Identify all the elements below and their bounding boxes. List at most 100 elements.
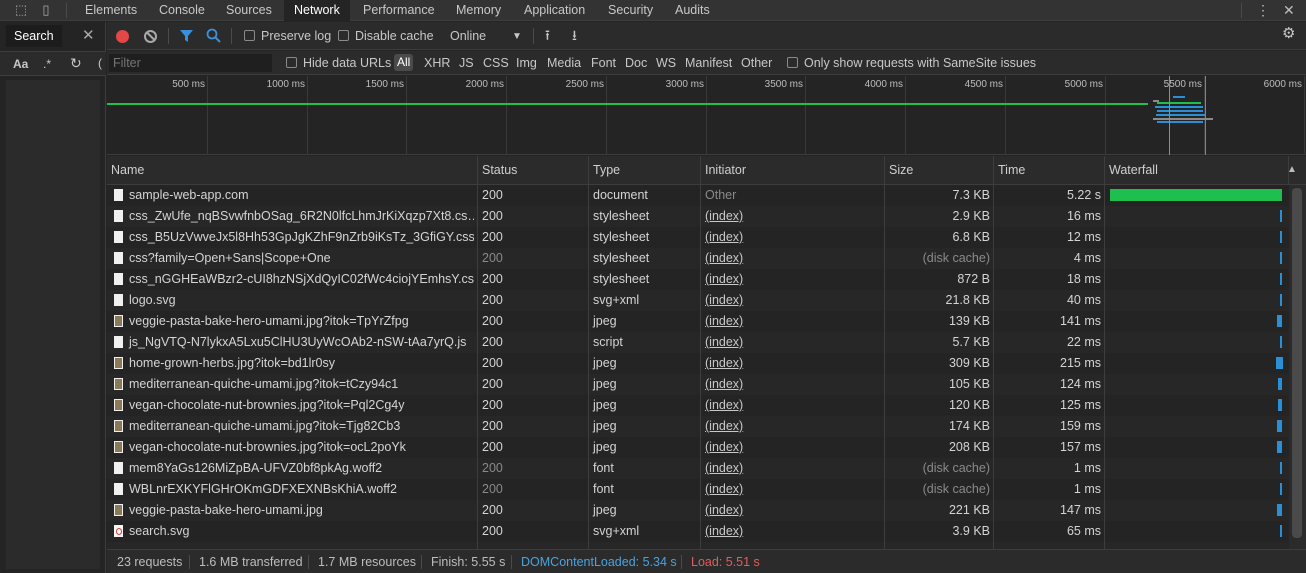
table-row[interactable]: css_nGGHEaWBzr2-cUI8hzNSjXdQyIC02fWc4cio… (107, 269, 1289, 290)
device-toolbar-icon[interactable]: ▯ (38, 2, 54, 18)
type-filter-manifest[interactable]: Manifest (685, 55, 732, 71)
table-row[interactable]: vegan-chocolate-nut-brownies.jpg?itok=Pq… (107, 395, 1289, 416)
cell-initiator[interactable]: (index) (701, 269, 885, 290)
table-row[interactable]: sample-web-app.com 200 document Other 7.3 KB… (107, 185, 1289, 206)
clear-button[interactable] (144, 30, 157, 43)
export-har-icon[interactable]: ⭳ (572, 27, 577, 43)
column-header-time[interactable]: Time (994, 156, 1105, 185)
cell-initiator[interactable]: (index) (701, 395, 885, 416)
type-filter-media[interactable]: Media (547, 55, 581, 71)
samesite-box[interactable] (787, 57, 798, 68)
cell-initiator[interactable]: (index) (701, 206, 885, 227)
overview-tick-label: 6000 ms (1263, 79, 1302, 90)
more-options-icon[interactable]: ⋮ (1256, 1, 1270, 19)
cell-initiator[interactable]: (index) (701, 311, 885, 332)
tab-network[interactable]: Network (284, 0, 350, 21)
tab-sources[interactable]: Sources (216, 0, 282, 21)
column-header-initiator[interactable]: Initiator (701, 156, 885, 185)
table-row[interactable]: css?family=Open+Sans|Scope+One 200 stylesh… (107, 248, 1289, 269)
table-row[interactable]: mediterranean-quiche-umami.jpg?itok=Tjg8… (107, 416, 1289, 437)
tab-performance[interactable]: Performance (353, 0, 445, 21)
import-har-icon[interactable]: ⭱ (545, 27, 550, 43)
request-name: mediterranean-quiche-umami.jpg?itok=Tjg8… (129, 419, 401, 433)
table-row[interactable]: home-grown-herbs.jpg?itok=bd1lr0sy 200 jpe… (107, 353, 1289, 374)
table-row[interactable]: logo.svg 200 svg+xml (index) 21.8 KB 40 ms (107, 290, 1289, 311)
table-row[interactable]: mem8YaGs126MiZpBA-UFVZ0bf8pkAg.woff2 200 f… (107, 458, 1289, 479)
disable-cache-box[interactable] (338, 30, 349, 41)
filter-icon[interactable] (179, 29, 194, 43)
table-row[interactable]: veggie-pasta-bake-hero-umami.jpg?itok=Tp… (107, 311, 1289, 332)
tab-console[interactable]: Console (149, 0, 215, 21)
column-header-waterfall[interactable]: Waterfall (1105, 156, 1289, 185)
throttling-select[interactable]: Online (450, 28, 486, 44)
record-button[interactable] (116, 30, 129, 43)
type-filter-font[interactable]: Font (591, 55, 616, 71)
cell-status: 200 (482, 230, 503, 244)
chevron-down-icon[interactable]: ▼ (512, 29, 522, 45)
table-row[interactable]: WBLnrEXKYFlGHrOKmGDFXEXNBsKhiA.woff2 200 f… (107, 479, 1289, 500)
table-row[interactable]: search.svg 200 svg+xml (index) 3.9 KB 65 ms (107, 521, 1289, 542)
sort-ascending-icon[interactable]: ▲ (1287, 164, 1297, 175)
scrollbar-thumb[interactable] (1292, 188, 1302, 538)
hide-data-urls-box[interactable] (286, 57, 297, 68)
cell-status: 200 (482, 356, 503, 370)
preserve-log-checkbox[interactable]: Preserve log (244, 28, 331, 44)
tab-security[interactable]: Security (598, 0, 663, 21)
type-filter-doc[interactable]: Doc (625, 55, 647, 71)
cell-initiator[interactable]: (index) (701, 458, 885, 479)
request-name: vegan-chocolate-nut-brownies.jpg?itok=oc… (129, 440, 406, 454)
cell-initiator[interactable]: (index) (701, 416, 885, 437)
network-overview[interactable]: 500 ms 1000 ms 1500 ms 2000 ms 2500 ms 3000 m… (107, 76, 1306, 155)
cell-initiator[interactable]: (index) (701, 374, 885, 395)
refresh-icon[interactable]: ↻ (70, 55, 82, 72)
request-name: css?family=Open+Sans|Scope+One (129, 251, 331, 265)
column-header-name[interactable]: Name (107, 156, 478, 185)
type-filter-other[interactable]: Other (741, 55, 772, 71)
disable-cache-checkbox[interactable]: Disable cache (338, 28, 434, 44)
table-row[interactable] (107, 542, 1289, 549)
table-row[interactable]: mediterranean-quiche-umami.jpg?itok=tCzy… (107, 374, 1289, 395)
cell-initiator[interactable]: (index) (701, 521, 885, 542)
cell-initiator[interactable]: (index) (701, 332, 885, 353)
close-devtools-icon[interactable]: ✕ (1283, 1, 1295, 19)
type-filter-xhr[interactable]: XHR (424, 55, 450, 71)
hide-data-urls-checkbox[interactable]: Hide data URLs (286, 55, 391, 71)
table-row[interactable]: css_B5UzVwveJx5l8Hh53GpJgKZhF9nZrb9iKsTz… (107, 227, 1289, 248)
match-case-toggle[interactable]: Aa (13, 57, 28, 71)
filter-input[interactable] (109, 54, 272, 72)
table-row[interactable]: js_NgVTQ-N7lykxA5Lxu5ClHU3UyWcOAb2-nSW-t… (107, 332, 1289, 353)
cell-initiator[interactable]: (index) (701, 290, 885, 311)
type-filter-js[interactable]: JS (459, 55, 474, 71)
cell-initiator[interactable]: (index) (701, 248, 885, 269)
table-row[interactable]: css_ZwUfe_nqBSvwfnbOSag_6R2N0lfcLhmJrKiX… (107, 206, 1289, 227)
cell-initiator[interactable]: (index) (701, 353, 885, 374)
type-filter-ws[interactable]: WS (656, 55, 676, 71)
inspect-element-icon[interactable]: ⬚ (13, 2, 29, 18)
tab-elements[interactable]: Elements (75, 0, 147, 21)
tab-audits[interactable]: Audits (665, 0, 720, 21)
tabbar-divider (66, 3, 67, 18)
table-row[interactable]: vegan-chocolate-nut-brownies.jpg?itok=oc… (107, 437, 1289, 458)
regex-toggle[interactable]: .* (43, 57, 51, 71)
samesite-checkbox[interactable]: Only show requests with SameSite issues (787, 55, 1036, 71)
type-filter-img[interactable]: Img (516, 55, 537, 71)
table-row[interactable]: veggie-pasta-bake-hero-umami.jpg 200 jpeg (… (107, 500, 1289, 521)
close-search-icon[interactable]: ✕ (82, 26, 95, 44)
cell-initiator[interactable]: (index) (701, 479, 885, 500)
overview-tick-label: 3000 ms (665, 79, 704, 90)
search-icon[interactable] (206, 28, 221, 43)
column-header-status[interactable]: Status (478, 156, 589, 185)
preserve-log-box[interactable] (244, 30, 255, 41)
column-header-type[interactable]: Type (589, 156, 701, 185)
column-header-size[interactable]: Size (885, 156, 994, 185)
type-filter-css[interactable]: CSS (483, 55, 509, 71)
clear-search-icon[interactable]: ( (98, 56, 102, 70)
tab-application[interactable]: Application (514, 0, 595, 21)
search-tab[interactable]: Search (6, 25, 62, 47)
tab-memory[interactable]: Memory (446, 0, 511, 21)
cell-initiator[interactable]: (index) (701, 227, 885, 248)
network-settings-gear-icon[interactable]: ⚙ (1282, 26, 1295, 42)
type-filter-all[interactable]: All (394, 54, 414, 71)
cell-initiator[interactable]: (index) (701, 500, 885, 521)
cell-initiator[interactable]: (index) (701, 437, 885, 458)
